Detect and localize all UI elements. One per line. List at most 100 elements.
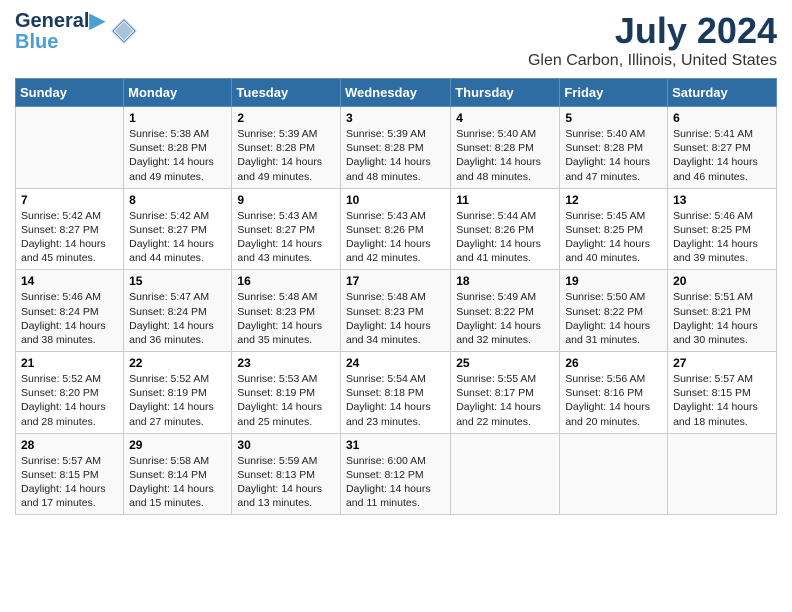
logo: General▶ Blue: [15, 10, 139, 52]
day-info: Sunrise: 5:56 AMSunset: 8:16 PMDaylight:…: [565, 372, 662, 429]
calendar-cell: 30 Sunrise: 5:59 AMSunset: 8:13 PMDayligh…: [232, 433, 341, 515]
day-number: 10: [346, 193, 445, 207]
calendar-cell: 27 Sunrise: 5:57 AMSunset: 8:15 PMDayligh…: [668, 352, 777, 434]
day-number: 6: [673, 111, 771, 125]
day-number: 11: [456, 193, 554, 207]
day-number: 19: [565, 274, 662, 288]
day-info: Sunrise: 5:55 AMSunset: 8:17 PMDaylight:…: [456, 372, 554, 429]
day-info: Sunrise: 5:59 AMSunset: 8:13 PMDaylight:…: [237, 454, 335, 511]
title-block: July 2024 Glen Carbon, Illinois, United …: [528, 10, 777, 70]
calendar-subtitle: Glen Carbon, Illinois, United States: [528, 52, 777, 70]
day-number: 24: [346, 356, 445, 370]
logo-text: General▶: [15, 10, 105, 32]
day-number: 29: [129, 438, 226, 452]
day-info: Sunrise: 5:53 AMSunset: 8:19 PMDaylight:…: [237, 372, 335, 429]
day-info: Sunrise: 5:58 AMSunset: 8:14 PMDaylight:…: [129, 454, 226, 511]
day-number: 25: [456, 356, 554, 370]
day-number: 8: [129, 193, 226, 207]
calendar-cell: 31Sunrise: 6:00 AMSunset: 8:12 PMDayligh…: [340, 433, 450, 515]
day-number: 22: [129, 356, 226, 370]
day-info: Sunrise: 5:43 AMSunset: 8:26 PMDaylight:…: [346, 209, 445, 266]
day-info: Sunrise: 5:47 AMSunset: 8:24 PMDaylight:…: [129, 290, 226, 347]
day-info: Sunrise: 5:57 AMSunset: 8:15 PMDaylight:…: [673, 372, 771, 429]
calendar-cell: 24 Sunrise: 5:54 AMSunset: 8:18 PMDayligh…: [340, 352, 450, 434]
page-header: General▶ Blue July 2024 Glen Carbon, Ill…: [15, 10, 777, 70]
col-header-monday: Monday: [124, 79, 232, 107]
calendar-cell: 12Sunrise: 5:45 AMSunset: 8:25 PMDayligh…: [560, 188, 668, 270]
calendar-cell: 6 Sunrise: 5:41 AMSunset: 8:27 PMDaylight…: [668, 107, 777, 189]
logo-icon: [109, 16, 139, 46]
day-number: 14: [21, 274, 118, 288]
day-info: Sunrise: 5:54 AMSunset: 8:18 PMDaylight:…: [346, 372, 445, 429]
day-info: Sunrise: 5:43 AMSunset: 8:27 PMDaylight:…: [237, 209, 335, 266]
day-number: 17: [346, 274, 445, 288]
day-number: 16: [237, 274, 335, 288]
day-number: 13: [673, 193, 771, 207]
day-number: 12: [565, 193, 662, 207]
day-number: 3: [346, 111, 445, 125]
calendar-cell: 28 Sunrise: 5:57 AMSunset: 8:15 PMDayligh…: [16, 433, 124, 515]
calendar-cell: 7 Sunrise: 5:42 AMSunset: 8:27 PMDaylight…: [16, 188, 124, 270]
calendar-cell: 3 Sunrise: 5:39 AMSunset: 8:28 PMDaylight…: [340, 107, 450, 189]
logo-subtext: Blue: [15, 32, 105, 52]
day-info: Sunrise: 5:50 AMSunset: 8:22 PMDaylight:…: [565, 290, 662, 347]
day-info: Sunrise: 5:41 AMSunset: 8:27 PMDaylight:…: [673, 127, 771, 184]
day-info: Sunrise: 5:40 AMSunset: 8:28 PMDaylight:…: [565, 127, 662, 184]
calendar-cell: 18 Sunrise: 5:49 AMSunset: 8:22 PMDayligh…: [451, 270, 560, 352]
day-info: Sunrise: 5:39 AMSunset: 8:28 PMDaylight:…: [237, 127, 335, 184]
day-info: Sunrise: 5:48 AMSunset: 8:23 PMDaylight:…: [346, 290, 445, 347]
calendar-cell: 9Sunrise: 5:43 AMSunset: 8:27 PMDaylight…: [232, 188, 341, 270]
day-number: 2: [237, 111, 335, 125]
day-info: Sunrise: 5:46 AMSunset: 8:25 PMDaylight:…: [673, 209, 771, 266]
day-info: Sunrise: 5:52 AMSunset: 8:19 PMDaylight:…: [129, 372, 226, 429]
calendar-title: July 2024: [528, 10, 777, 52]
day-number: 21: [21, 356, 118, 370]
col-header-wednesday: Wednesday: [340, 79, 450, 107]
day-number: 4: [456, 111, 554, 125]
day-number: 15: [129, 274, 226, 288]
day-number: 7: [21, 193, 118, 207]
col-header-tuesday: Tuesday: [232, 79, 341, 107]
calendar-cell: 25 Sunrise: 5:55 AMSunset: 8:17 PMDayligh…: [451, 352, 560, 434]
calendar-cell: 5 Sunrise: 5:40 AMSunset: 8:28 PMDaylight…: [560, 107, 668, 189]
day-info: Sunrise: 5:40 AMSunset: 8:28 PMDaylight:…: [456, 127, 554, 184]
day-info: Sunrise: 5:46 AMSunset: 8:24 PMDaylight:…: [21, 290, 118, 347]
day-info: Sunrise: 5:57 AMSunset: 8:15 PMDaylight:…: [21, 454, 118, 511]
day-info: Sunrise: 5:42 AMSunset: 8:27 PMDaylight:…: [129, 209, 226, 266]
calendar-cell: 29 Sunrise: 5:58 AMSunset: 8:14 PMDayligh…: [124, 433, 232, 515]
calendar-cell: 13 Sunrise: 5:46 AMSunset: 8:25 PMDayligh…: [668, 188, 777, 270]
day-info: Sunrise: 5:44 AMSunset: 8:26 PMDaylight:…: [456, 209, 554, 266]
calendar-cell: 22 Sunrise: 5:52 AMSunset: 8:19 PMDayligh…: [124, 352, 232, 434]
day-info: Sunrise: 5:51 AMSunset: 8:21 PMDaylight:…: [673, 290, 771, 347]
day-info: Sunrise: 5:52 AMSunset: 8:20 PMDaylight:…: [21, 372, 118, 429]
calendar-cell: 4 Sunrise: 5:40 AMSunset: 8:28 PMDaylight…: [451, 107, 560, 189]
day-number: 28: [21, 438, 118, 452]
calendar-cell: 16Sunrise: 5:48 AMSunset: 8:23 PMDayligh…: [232, 270, 341, 352]
day-info: Sunrise: 5:39 AMSunset: 8:28 PMDaylight:…: [346, 127, 445, 184]
day-number: 1: [129, 111, 226, 125]
calendar-cell: [451, 433, 560, 515]
calendar-cell: [16, 107, 124, 189]
col-header-friday: Friday: [560, 79, 668, 107]
calendar-cell: 26 Sunrise: 5:56 AMSunset: 8:16 PMDayligh…: [560, 352, 668, 434]
day-info: Sunrise: 6:00 AMSunset: 8:12 PMDaylight:…: [346, 454, 445, 511]
col-header-saturday: Saturday: [668, 79, 777, 107]
day-number: 5: [565, 111, 662, 125]
calendar-cell: 11 Sunrise: 5:44 AMSunset: 8:26 PMDayligh…: [451, 188, 560, 270]
calendar-cell: 21 Sunrise: 5:52 AMSunset: 8:20 PMDayligh…: [16, 352, 124, 434]
day-number: 30: [237, 438, 335, 452]
day-number: 27: [673, 356, 771, 370]
col-header-thursday: Thursday: [451, 79, 560, 107]
day-number: 23: [237, 356, 335, 370]
day-number: 26: [565, 356, 662, 370]
day-number: 20: [673, 274, 771, 288]
calendar-cell: [668, 433, 777, 515]
calendar-cell: 17 Sunrise: 5:48 AMSunset: 8:23 PMDayligh…: [340, 270, 450, 352]
calendar-cell: 20 Sunrise: 5:51 AMSunset: 8:21 PMDayligh…: [668, 270, 777, 352]
calendar-cell: 19 Sunrise: 5:50 AMSunset: 8:22 PMDayligh…: [560, 270, 668, 352]
calendar-cell: 15 Sunrise: 5:47 AMSunset: 8:24 PMDayligh…: [124, 270, 232, 352]
calendar-table: SundayMondayTuesdayWednesdayThursdayFrid…: [15, 78, 777, 515]
day-number: 18: [456, 274, 554, 288]
day-info: Sunrise: 5:42 AMSunset: 8:27 PMDaylight:…: [21, 209, 118, 266]
day-info: Sunrise: 5:49 AMSunset: 8:22 PMDaylight:…: [456, 290, 554, 347]
